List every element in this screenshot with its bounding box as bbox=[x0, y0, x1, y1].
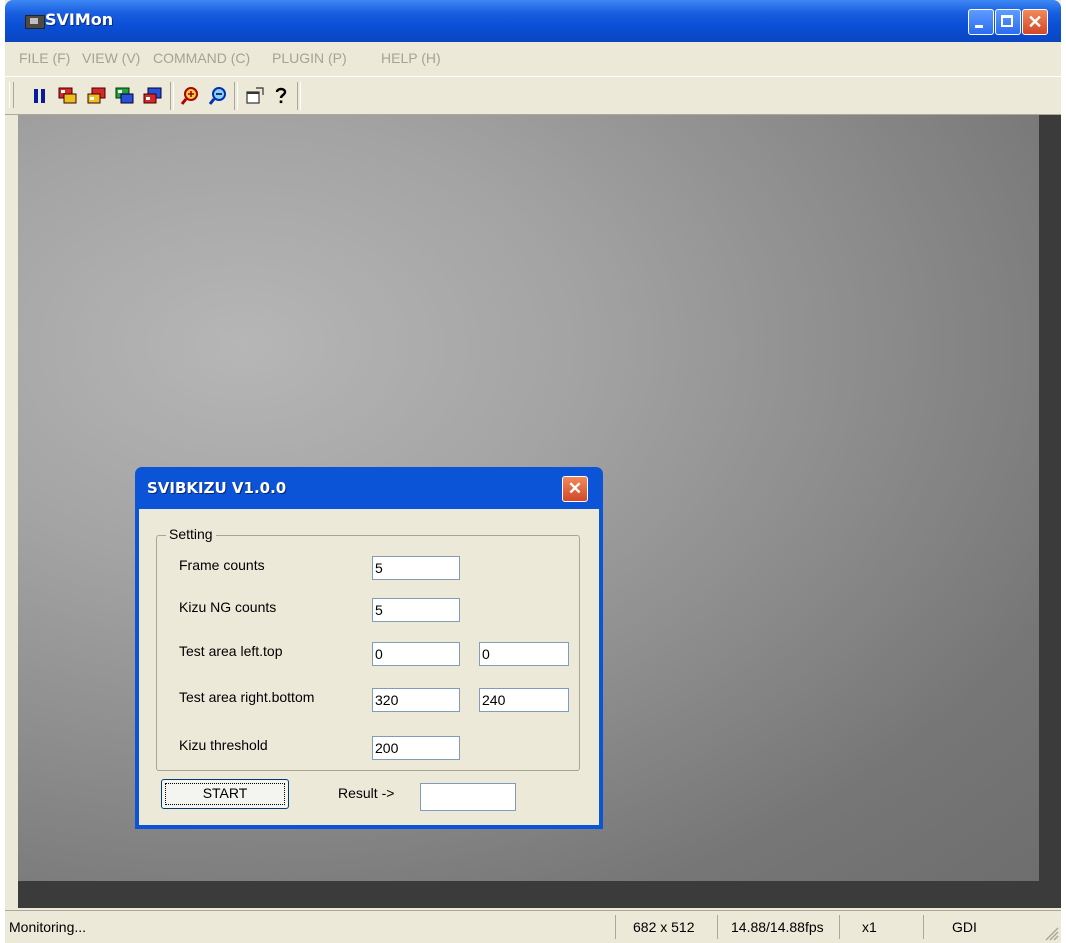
properties-icon[interactable] bbox=[245, 86, 265, 106]
start-button[interactable]: START bbox=[161, 779, 289, 809]
menu-file[interactable]: FILE (F) bbox=[19, 50, 70, 66]
status-separator bbox=[717, 915, 718, 939]
status-separator bbox=[615, 915, 616, 939]
toolbar-separator bbox=[297, 82, 301, 110]
maximize-button[interactable] bbox=[995, 9, 1021, 35]
status-message: Monitoring... bbox=[9, 919, 87, 935]
toolbar-grip[interactable] bbox=[9, 82, 14, 108]
dialog-title[interactable]: SVIBKIZU V1.0.0 bbox=[147, 479, 286, 497]
dialog-body: Setting Frame counts 5 Kizu NG counts 5 … bbox=[139, 509, 599, 825]
capture-red-alt-icon[interactable] bbox=[87, 86, 107, 106]
kizu-ng-counts-label: Kizu NG counts bbox=[179, 599, 277, 615]
menu-plugin[interactable]: PLUGIN (P) bbox=[272, 50, 347, 66]
result-label: Result -> bbox=[338, 785, 395, 801]
close-icon: ✕ bbox=[1027, 12, 1043, 32]
main-window: SVIMon ✕ FILE (F) VIEW (V) COMMAND (C) P… bbox=[5, 0, 1061, 943]
pause-icon[interactable] bbox=[30, 86, 50, 106]
zoom-out-icon[interactable] bbox=[208, 86, 228, 106]
dialog-close-button[interactable]: ✕ bbox=[562, 476, 588, 502]
status-fps: 14.88/14.88fps bbox=[731, 919, 824, 935]
close-icon: ✕ bbox=[567, 479, 583, 498]
right-input[interactable]: 320 bbox=[372, 688, 460, 712]
right-bottom-label: Test area right.bottom bbox=[179, 689, 315, 705]
status-renderer: GDI bbox=[952, 919, 977, 935]
minimize-button[interactable] bbox=[968, 9, 994, 35]
frame-counts-input[interactable]: 5 bbox=[372, 556, 460, 580]
left-top-label: Test area left.top bbox=[179, 643, 283, 659]
status-resolution: 682 x 512 bbox=[633, 919, 695, 935]
toolbar-separator bbox=[170, 82, 174, 110]
preview-border-bottom bbox=[18, 881, 1061, 908]
frame-counts-label: Frame counts bbox=[179, 557, 265, 573]
menu-help[interactable]: HELP (H) bbox=[381, 50, 441, 66]
resize-grip-icon[interactable] bbox=[1043, 925, 1059, 941]
window-title: SVIMon bbox=[45, 10, 114, 29]
status-bar: Monitoring... 682 x 512 14.88/14.88fps x… bbox=[5, 910, 1061, 943]
svibkizu-dialog: SVIBKIZU V1.0.0 ✕ Setting Frame counts 5… bbox=[135, 467, 603, 829]
toolbar-separator bbox=[234, 82, 238, 110]
menu-bar: FILE (F) VIEW (V) COMMAND (C) PLUGIN (P)… bbox=[5, 42, 1061, 77]
camera-icon bbox=[25, 15, 45, 29]
status-zoom: x1 bbox=[862, 919, 877, 935]
preview-border-right bbox=[1039, 115, 1061, 881]
minimize-icon bbox=[975, 25, 983, 28]
toolbar bbox=[5, 78, 1061, 115]
top-input[interactable]: 0 bbox=[479, 642, 569, 666]
start-button-label: START bbox=[202, 785, 248, 801]
status-separator bbox=[839, 915, 840, 939]
menu-view[interactable]: VIEW (V) bbox=[82, 50, 140, 66]
result-output[interactable] bbox=[420, 783, 516, 811]
capture-red-icon[interactable] bbox=[58, 86, 78, 106]
setting-group-label: Setting bbox=[166, 526, 216, 542]
title-bar[interactable]: SVIMon ✕ bbox=[5, 0, 1061, 42]
left-input[interactable]: 0 bbox=[372, 642, 460, 666]
bottom-input[interactable]: 240 bbox=[479, 688, 569, 712]
capture-green-icon[interactable] bbox=[115, 86, 135, 106]
close-button[interactable]: ✕ bbox=[1022, 9, 1048, 35]
kizu-ng-counts-input[interactable]: 5 bbox=[372, 598, 460, 622]
kizu-threshold-input[interactable]: 200 bbox=[372, 736, 460, 760]
status-separator bbox=[923, 915, 924, 939]
help-icon[interactable] bbox=[271, 86, 291, 106]
capture-blue-icon[interactable] bbox=[143, 86, 163, 106]
menu-command[interactable]: COMMAND (C) bbox=[153, 50, 250, 66]
zoom-in-icon[interactable] bbox=[180, 86, 200, 106]
maximize-icon bbox=[1001, 15, 1013, 27]
kizu-threshold-label: Kizu threshold bbox=[179, 737, 268, 753]
